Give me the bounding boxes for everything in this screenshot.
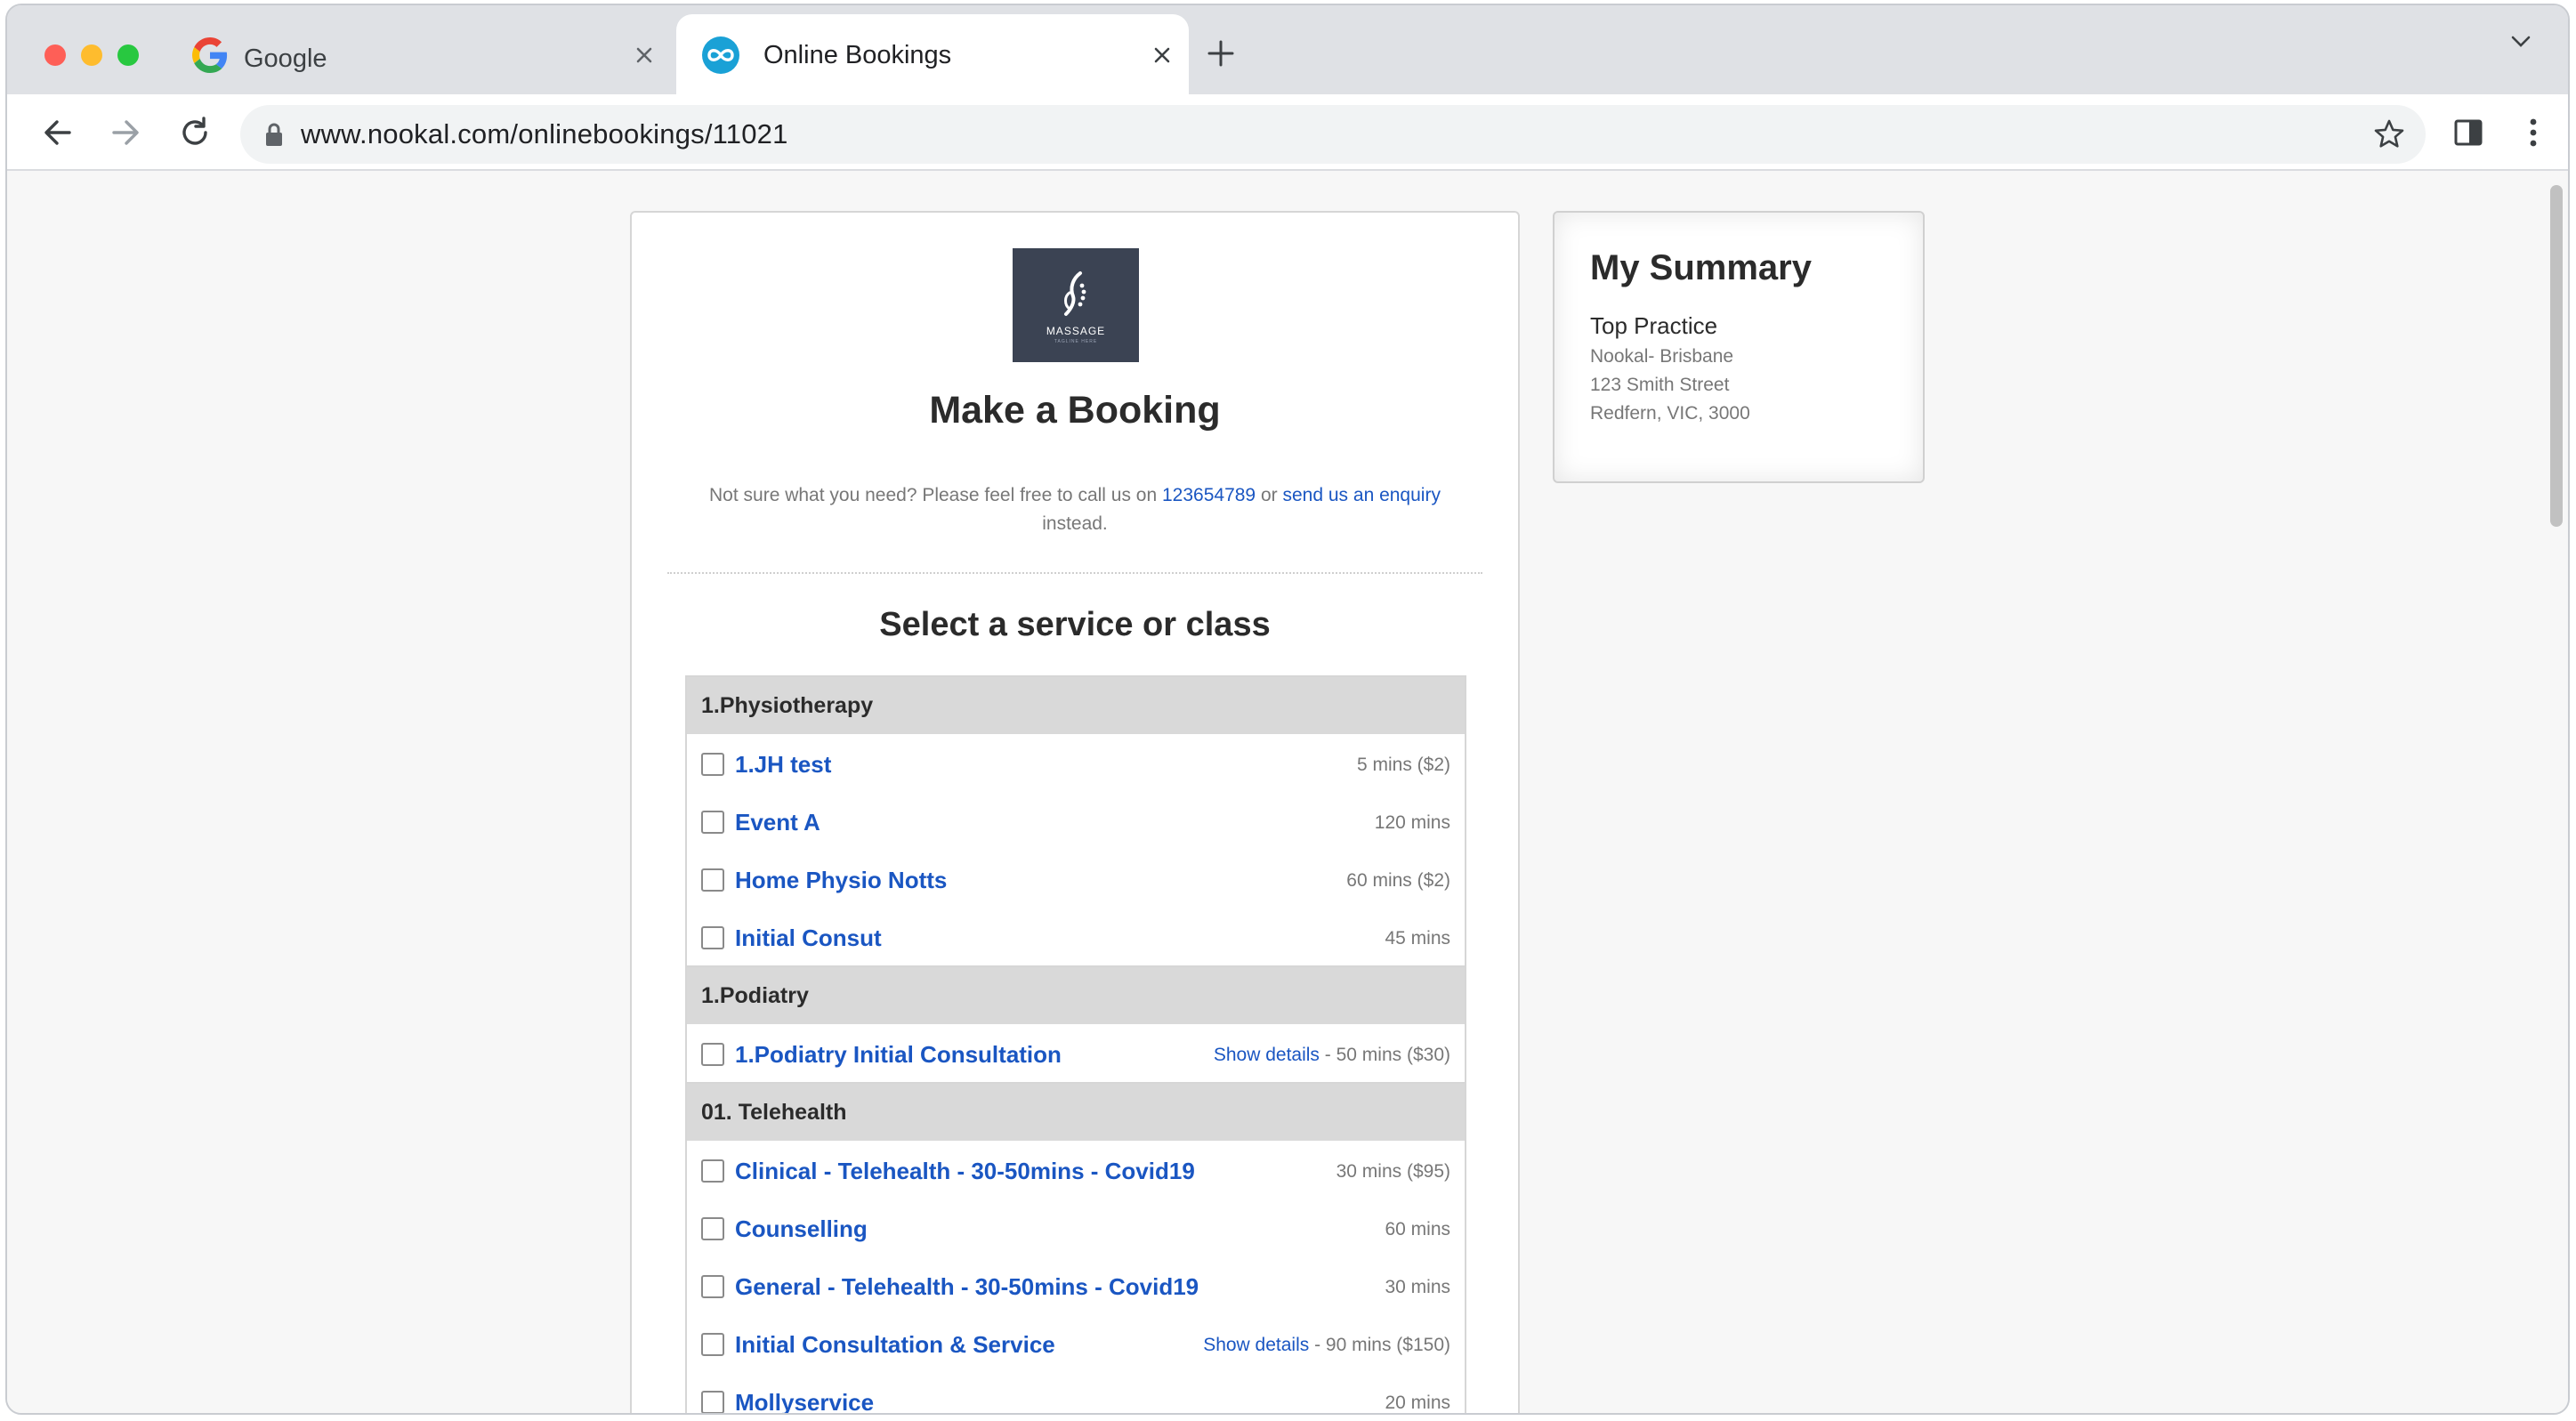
tab-strip: Google Online Bookings [7, 5, 2568, 94]
page-title: Make a Booking [929, 389, 1221, 432]
reload-icon[interactable] [176, 114, 214, 151]
service-checkbox[interactable] [701, 926, 724, 949]
service-row[interactable]: Mollyservice 20 mins [687, 1372, 1465, 1413]
service-checkbox[interactable] [701, 1159, 724, 1183]
practice-logo: MASSAGE TAGLINE HERE [1013, 248, 1139, 362]
chevron-down-icon[interactable] [2507, 28, 2534, 55]
address-line: Nookal- Brisbane [1590, 346, 1734, 367]
side-panel-icon[interactable] [2450, 114, 2487, 151]
close-tab-icon[interactable] [630, 41, 658, 69]
tab-title: Online Bookings [763, 41, 952, 69]
tab-online-bookings[interactable]: Online Bookings [676, 14, 1189, 94]
service-duration: 30 mins ($95) [1336, 1161, 1450, 1182]
service-checkbox[interactable] [701, 1333, 724, 1356]
service-duration: 20 mins [1385, 1393, 1450, 1413]
service-link[interactable]: 1.JH test [735, 751, 831, 779]
service-link[interactable]: Home Physio Notts [735, 867, 947, 894]
service-duration: 120 mins [1374, 812, 1450, 833]
service-row[interactable]: 1.Podiatry Initial Consultation Show det… [687, 1024, 1465, 1082]
service-duration: 45 mins [1385, 928, 1450, 949]
forward-arrow-icon[interactable] [107, 114, 144, 151]
help-note-prefix: Not sure what you need? Please feel free… [709, 485, 1158, 505]
browser-toolbar: www.nookal.com/onlinebookings/11021 [7, 94, 2568, 171]
service-checkbox[interactable] [701, 811, 724, 834]
service-duration: Show details - 90 mins ($150) [1203, 1335, 1450, 1356]
practice-name: Top Practice [1590, 312, 1718, 339]
service-checkbox[interactable] [701, 1391, 724, 1413]
logo-text: MASSAGE [1046, 325, 1106, 337]
show-details-link[interactable]: Show details [1203, 1335, 1309, 1355]
url-text[interactable]: www.nookal.com/onlinebookings/11021 [301, 118, 788, 150]
page-content: MASSAGE TAGLINE HERE Make a Booking Not … [7, 171, 2568, 1413]
nookal-infinity-icon [702, 36, 739, 74]
help-note-suffix: instead. [1042, 513, 1108, 534]
service-group-header: 1.Podiatry [687, 967, 1465, 1024]
section-heading: Select a service or class [879, 606, 1271, 643]
bookmark-star-icon[interactable] [2372, 117, 2406, 151]
service-link[interactable]: General - Telehealth - 30-50mins - Covid… [735, 1273, 1199, 1301]
service-row[interactable]: Initial Consut 45 mins [687, 908, 1465, 965]
service-link[interactable]: Initial Consultation & Service [735, 1331, 1055, 1359]
service-duration: Show details - 50 mins ($30) [1214, 1045, 1450, 1066]
service-link[interactable]: Clinical - Telehealth - 30-50mins - Covi… [735, 1158, 1195, 1185]
enquiry-link[interactable]: send us an enquiry [1283, 485, 1441, 505]
service-checkbox[interactable] [701, 753, 724, 776]
service-link[interactable]: 1.Podiatry Initial Consultation [735, 1041, 1062, 1069]
service-link[interactable]: Event A [735, 809, 820, 836]
google-g-icon [192, 37, 228, 73]
service-duration: 60 mins ($2) [1346, 870, 1450, 891]
back-arrow-icon[interactable] [39, 114, 77, 151]
phone-link[interactable]: 123654789 [1162, 485, 1256, 505]
maximize-window-button[interactable] [117, 44, 139, 66]
help-note: Not sure what you need? Please feel free… [667, 481, 1482, 538]
logo-tagline: TAGLINE HERE [1054, 339, 1098, 344]
tab-google[interactable]: Google [173, 14, 671, 94]
divider [667, 572, 1482, 574]
service-duration: 30 mins [1385, 1277, 1450, 1297]
service-duration-text: - 50 mins ($30) [1319, 1045, 1450, 1065]
summary-title: My Summary [1590, 248, 1812, 287]
scrollbar[interactable] [2550, 185, 2563, 527]
address-bar[interactable]: www.nookal.com/onlinebookings/11021 [240, 105, 2426, 164]
service-checkbox[interactable] [701, 868, 724, 892]
tab-title: Google [244, 44, 327, 73]
service-row[interactable]: 1.JH test 5 mins ($2) [687, 734, 1465, 792]
close-tab-icon[interactable] [1148, 41, 1176, 69]
service-row[interactable]: Clinical - Telehealth - 30-50mins - Covi… [687, 1141, 1465, 1199]
service-row[interactable]: General - Telehealth - 30-50mins - Covid… [687, 1256, 1465, 1314]
service-group-header: 01. Telehealth [687, 1084, 1465, 1141]
service-row[interactable]: Event A 120 mins [687, 792, 1465, 850]
service-row[interactable]: Initial Consultation & Service Show deta… [687, 1314, 1465, 1372]
service-checkbox[interactable] [701, 1275, 724, 1298]
service-row[interactable]: Home Physio Notts 60 mins ($2) [687, 850, 1465, 908]
new-tab-icon[interactable] [1205, 37, 1237, 69]
minimize-window-button[interactable] [81, 44, 102, 66]
service-list: 1.Physiotherapy 1.JH test 5 mins ($2) Ev… [685, 675, 1466, 1413]
service-link[interactable]: Counselling [735, 1215, 868, 1243]
service-row[interactable]: Counselling 60 mins [687, 1199, 1465, 1256]
address-line: Redfern, VIC, 3000 [1590, 403, 1750, 424]
summary-card: My Summary Top Practice Nookal- Brisbane… [1553, 211, 1925, 483]
more-menu-icon[interactable] [2515, 114, 2552, 151]
service-duration: 5 mins ($2) [1356, 755, 1450, 775]
service-group-header: 1.Physiotherapy [687, 677, 1465, 734]
lock-icon[interactable] [263, 121, 285, 148]
booking-card: MASSAGE TAGLINE HERE Make a Booking Not … [630, 211, 1520, 1413]
service-duration: 60 mins [1385, 1219, 1450, 1239]
show-details-link[interactable]: Show details [1214, 1045, 1320, 1065]
service-duration-text: - 90 mins ($150) [1309, 1335, 1450, 1355]
address-line: 123 Smith Street [1590, 375, 1730, 395]
close-window-button[interactable] [44, 44, 66, 66]
service-link[interactable]: Initial Consut [735, 924, 882, 952]
massage-logo-icon [1064, 271, 1086, 316]
service-checkbox[interactable] [701, 1217, 724, 1240]
help-note-middle: or [1260, 485, 1278, 505]
service-checkbox[interactable] [701, 1043, 724, 1066]
service-link[interactable]: Mollyservice [735, 1389, 874, 1413]
browser-window: Google Online Bookings www.nookal.com/on… [5, 4, 2570, 1415]
